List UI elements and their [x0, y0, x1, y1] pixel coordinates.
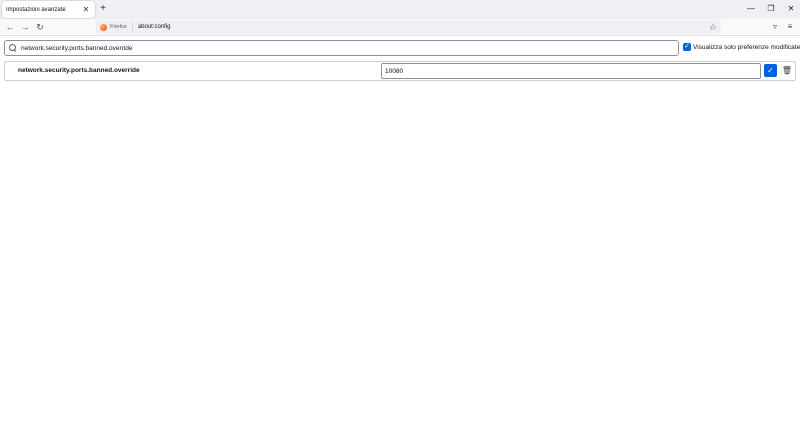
hamburger-menu-icon[interactable]: ≡ [784, 21, 796, 33]
preference-name: network.security.ports.banned.override [18, 67, 140, 74]
minimize-icon[interactable]: — [744, 3, 758, 15]
identity-label[interactable]: Firefox [110, 23, 133, 31]
close-tab-icon[interactable]: ✕ [80, 4, 92, 16]
preference-value-input[interactable] [381, 63, 761, 79]
show-modified-label[interactable]: Visualizza solo preferenze modificate [693, 43, 800, 52]
back-icon[interactable]: ← [4, 21, 16, 33]
save-button[interactable]: ✓ [764, 64, 777, 77]
restore-icon[interactable]: ❐ [764, 3, 778, 15]
forward-icon[interactable]: → [19, 21, 31, 33]
reload-icon[interactable]: ↻ [34, 21, 46, 33]
tab-title: Impostazioni avanzate [6, 6, 66, 13]
delete-icon[interactable]: 🗑 [781, 64, 793, 77]
new-tab-button[interactable]: + [97, 3, 109, 15]
show-modified-checkbox[interactable]: ✓ [683, 43, 691, 51]
preference-row: network.security.ports.banned.override ✓… [4, 61, 796, 81]
search-icon [9, 44, 17, 52]
preference-search-input[interactable] [21, 44, 678, 52]
preference-search-box[interactable] [4, 40, 679, 56]
tab-strip: Impostazioni avanzate ✕ + — ❐ ✕ [0, 0, 800, 19]
navigation-toolbar: ← → ↻ Firefox about:config ☆ ▿ ≡ [0, 19, 800, 36]
firefox-logo-icon [100, 23, 107, 31]
tab-about-config[interactable]: Impostazioni avanzate ✕ [2, 1, 95, 18]
url-text[interactable]: about:config [138, 24, 171, 30]
bookmark-star-icon[interactable]: ☆ [709, 20, 717, 34]
close-window-icon[interactable]: ✕ [784, 3, 798, 15]
pocket-icon[interactable]: ▿ [769, 21, 781, 33]
url-bar[interactable]: Firefox about:config ☆ [96, 20, 721, 34]
